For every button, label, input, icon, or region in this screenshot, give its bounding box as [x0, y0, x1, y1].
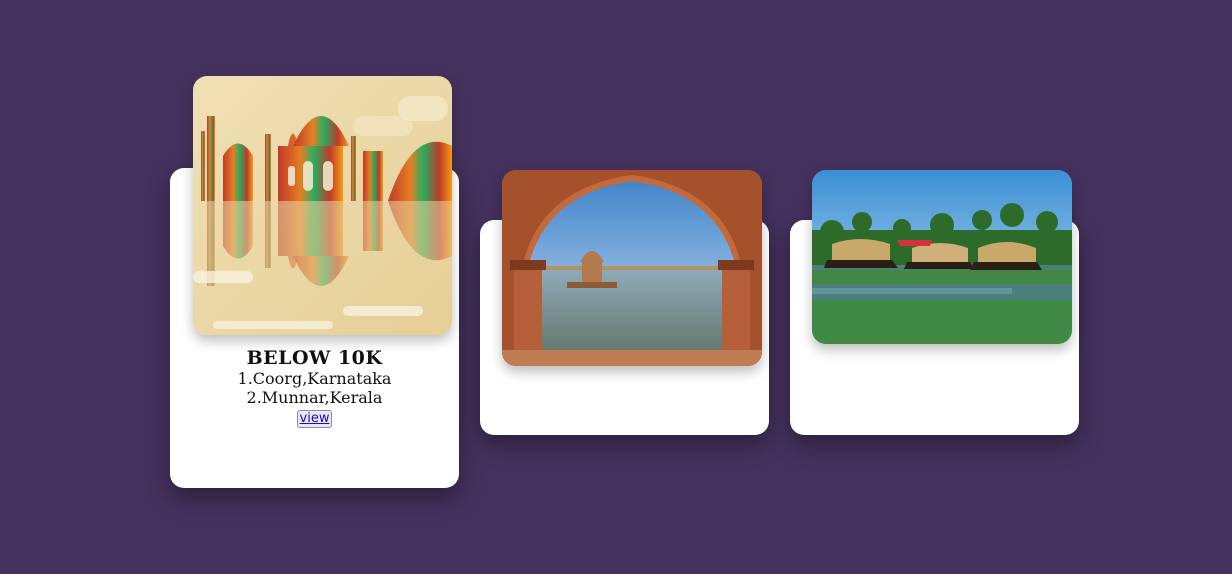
lake-arch-image	[502, 170, 762, 366]
destination-item-1: 1.Coorg,Karnataka	[237, 369, 392, 388]
card-1-content: BELOW 10K 1.Coorg,Karnataka 2.Munnar,Ker…	[170, 347, 459, 428]
view-button[interactable]: view	[296, 410, 333, 428]
india-skyline-image	[193, 76, 452, 335]
destination-item-2: 2.Munnar,Kerala	[246, 388, 383, 407]
houseboat-image	[812, 170, 1072, 344]
card-title: BELOW 10K	[246, 347, 383, 369]
